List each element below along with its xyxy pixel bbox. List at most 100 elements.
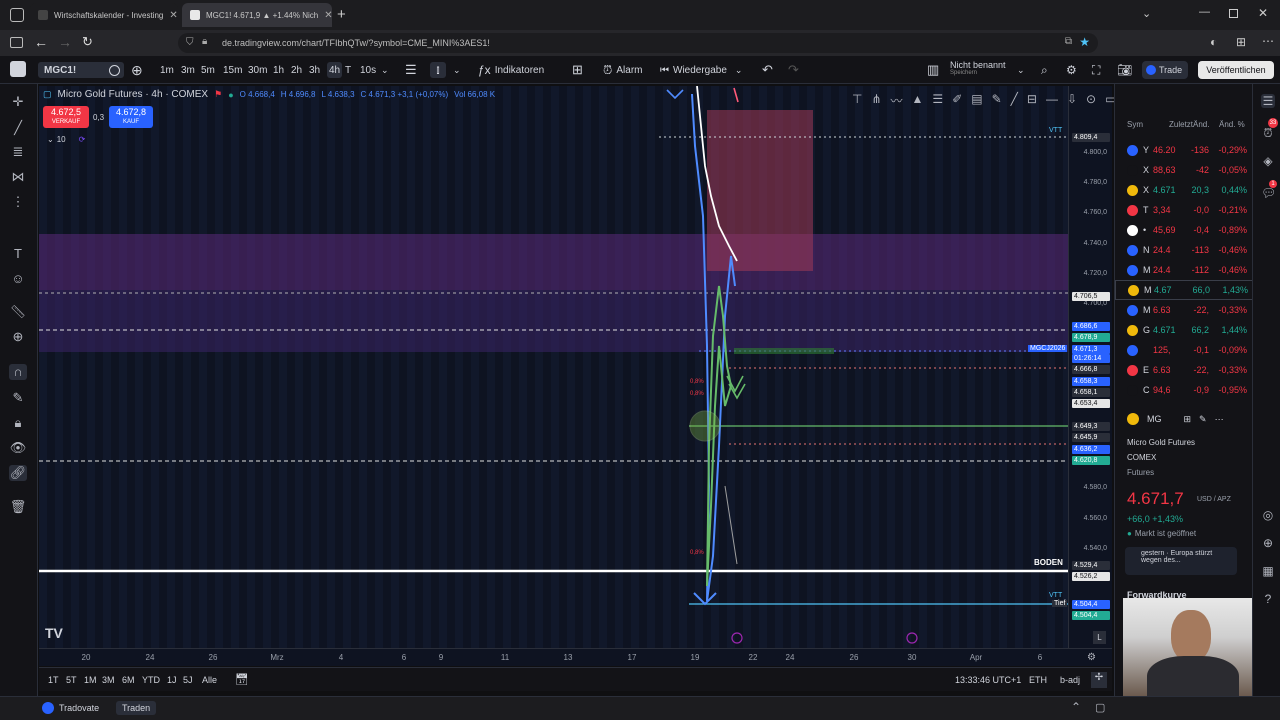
collapse-panel-icon[interactable]: ⌃ <box>1071 700 1081 714</box>
symbol-search-button[interactable]: MGC1! <box>38 62 124 78</box>
interval-3h-button[interactable]: 3h <box>309 62 320 78</box>
news-item[interactable]: gestern · Europa stürzt wegen des... <box>1125 547 1237 575</box>
log-scale-button[interactable]: L <box>1093 631 1106 644</box>
trade-button[interactable]: Trade <box>1142 61 1188 79</box>
anchored-text-icon[interactable]: ⊤ <box>852 92 862 110</box>
close-window-icon[interactable]: ✕ <box>1258 6 1268 20</box>
buy-button[interactable]: 4.672,8 KAUF <box>109 106 153 128</box>
tv-logo-icon[interactable] <box>10 61 26 77</box>
chart-pane[interactable]: TV ▢ Micro Gold Futures · 4h · COMEX ⚑ ●… <box>39 86 1068 648</box>
url-field[interactable]: ⛉ 🔒︎ de.tradingview.com/chart/TFIbhQTw/?… <box>178 33 1098 53</box>
interval-2h-button[interactable]: 2h <box>291 62 302 78</box>
range-5j-button[interactable]: 5J <box>183 675 193 685</box>
channel-icon[interactable]: ▤ <box>971 92 982 110</box>
tradovate-tab[interactable]: Tradovate <box>42 702 99 714</box>
watchlist-row[interactable]: X 4.671 20,3 0,44% <box>1115 180 1253 200</box>
compare-add-icon[interactable]: ⊕ <box>131 62 143 78</box>
watchlist-row[interactable]: E 6.63 -22, -0,33% <box>1115 360 1253 380</box>
interval-5m-button[interactable]: 5m <box>201 62 215 78</box>
zoom-icon[interactable]: ⊕ <box>9 329 27 345</box>
reload-icon[interactable]: ↻ <box>82 34 93 50</box>
forward-icon[interactable]: → <box>58 34 72 50</box>
more-icon[interactable]: ⋯ <box>1215 414 1224 425</box>
back-icon[interactable]: ← <box>34 34 48 50</box>
trade-tab[interactable]: Traden <box>116 701 157 715</box>
interval-30m-button[interactable]: 30m <box>248 62 267 78</box>
ruler-icon[interactable]: 📏︎ <box>9 304 27 320</box>
col-last[interactable]: Zuletzt <box>1169 120 1193 129</box>
tab-list-chevron-icon[interactable]: ⌄ <box>1142 7 1151 20</box>
grid-icon[interactable]: ⊞ <box>1184 414 1192 425</box>
range-1t-button[interactable]: 1T <box>48 675 59 685</box>
range-alle-button[interactable]: Alle <box>202 675 217 685</box>
restore-icon[interactable] <box>1229 9 1238 18</box>
settings-gear-icon[interactable]: ⚙ <box>1066 62 1077 78</box>
indicators-collapse[interactable]: ⌄ 10 ⟳ <box>47 135 85 144</box>
help-icon[interactable]: ? <box>1261 592 1275 606</box>
watchlist-row[interactable]: N 24.4 -113 -0,46% <box>1115 240 1253 260</box>
arrow-marker-icon[interactable]: ⇩ <box>1067 92 1077 110</box>
session-button[interactable]: ETH <box>1029 675 1047 685</box>
fullscreen-icon[interactable]: ⛶ <box>1092 62 1100 78</box>
col-symbol[interactable]: Sym <box>1127 120 1143 129</box>
watchlist-row[interactable]: M 4.67 66,0 1,43% <box>1115 280 1253 300</box>
col-change-pct[interactable]: Änd. % <box>1219 120 1245 129</box>
range-6m-button[interactable]: 6M <box>122 675 135 685</box>
quick-search-icon[interactable]: ⌕ <box>1041 62 1048 78</box>
browser-tab-investing[interactable]: Wirtschaftskalender - Investing ✕ <box>30 3 178 27</box>
interval-4h-button[interactable]: 4h <box>327 62 343 78</box>
axis-settings-icon[interactable]: ⚙ <box>1087 652 1096 663</box>
legend-toggle-icon[interactable]: ▢ <box>43 89 52 100</box>
watchlist-row[interactable]: M 6.63 -22, -0,33% <box>1115 300 1253 320</box>
layout-name-button[interactable]: Nicht benannt Speichern <box>950 60 1020 80</box>
alarm-button[interactable]: ⏰︎ Alarm <box>603 62 643 78</box>
pattern-icon[interactable]: ⋈ <box>9 169 27 185</box>
target-icon[interactable]: ◎ <box>1261 508 1275 522</box>
ray-icon[interactable]: ╱ <box>1011 92 1018 110</box>
close-tab-icon[interactable]: ✕ <box>324 10 332 21</box>
watchlist-row[interactable]: M 24.4 -112 -0,46% <box>1115 260 1253 280</box>
install-app-icon[interactable]: ⧉ <box>1065 36 1072 47</box>
magnet-icon[interactable]: ∩ <box>9 364 27 380</box>
minimize-icon[interactable]: — <box>1199 6 1210 18</box>
circle-icon[interactable]: ⊙ <box>1086 92 1096 110</box>
maximize-panel-icon[interactable]: ▢ <box>1095 701 1105 714</box>
ideas-icon[interactable]: ⊕ <box>1261 536 1275 550</box>
layers-icon[interactable]: ◈ <box>1261 154 1275 168</box>
range-5t-button[interactable]: 5T <box>66 675 77 685</box>
horizontal-line-icon[interactable]: ⊟ <box>1027 92 1037 110</box>
adjustment-button[interactable]: b-adj <box>1060 675 1080 685</box>
interval-15m-button[interactable]: 15m <box>223 62 242 78</box>
brush-icon[interactable]: ✐ <box>952 92 962 110</box>
fib-retracement-icon[interactable]: ≣ <box>9 144 27 160</box>
maximize-pane-icon[interactable]: ✢ <box>1091 672 1107 688</box>
text-tool-icon[interactable]: T <box>9 246 27 262</box>
alerts-clock-icon[interactable]: ⏰︎ <box>1261 126 1275 140</box>
chat-icon[interactable]: 💬︎ <box>1261 186 1276 200</box>
interval-1h-button[interactable]: 1h <box>273 62 284 78</box>
interval-10s-button[interactable]: 10s <box>360 62 376 78</box>
publish-button[interactable]: Veröffentlichen <box>1198 61 1274 79</box>
watchlist-row[interactable]: T 3,34 -0,0 -0,21% <box>1115 200 1253 220</box>
link-icon[interactable]: 🔗︎ <box>9 465 27 481</box>
horizontal-ray-icon[interactable]: — <box>1046 92 1058 110</box>
watchlist-row[interactable]: Y 46.20 -136 -0,29% <box>1115 140 1253 160</box>
range-1m-button[interactable]: 1M <box>84 675 97 685</box>
interval-3m-button[interactable]: 3m <box>181 62 195 78</box>
forecast-icon[interactable]: ⋮ <box>9 194 27 210</box>
zigzag-icon[interactable]: 〰 <box>891 92 903 110</box>
favorite-star-icon[interactable]: ★ <box>1079 35 1090 49</box>
crosshair-icon[interactable]: ✛ <box>9 94 27 110</box>
emoji-icon[interactable]: ☺ <box>9 271 27 287</box>
more-menu-icon[interactable]: ⋯ <box>1262 34 1274 48</box>
indicators-button[interactable]: ƒx Indikatoren <box>478 62 544 78</box>
range-3m-button[interactable]: 3M <box>102 675 115 685</box>
arrow-up-icon[interactable]: ▲ <box>912 92 924 110</box>
replay-button[interactable]: ⏮ Wiedergabe ⌄ <box>660 62 742 78</box>
calendar-icon[interactable]: ▦ <box>1261 564 1275 578</box>
watchlist-row[interactable]: G 4.671 66,2 1,44% <box>1115 320 1253 340</box>
layout-dropdown-icon[interactable]: ⌄ <box>1017 62 1025 78</box>
layout-icon[interactable]: ▥ <box>927 62 939 78</box>
edit-icon[interactable]: ✎ <box>1199 414 1207 425</box>
profile-icon[interactable]: ⊞ <box>1236 35 1246 49</box>
